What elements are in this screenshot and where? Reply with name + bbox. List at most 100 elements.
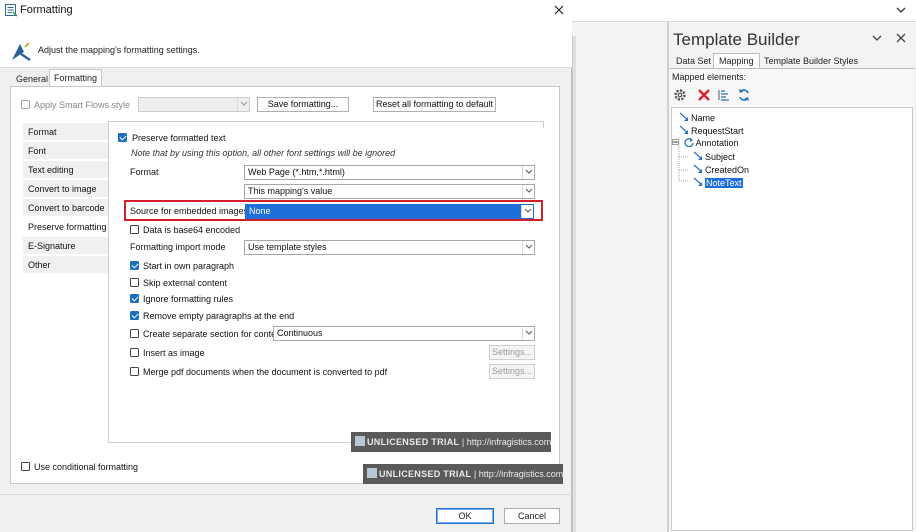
category-other[interactable]: Other: [23, 256, 109, 274]
preserve-note: Note that by using this option, all othe…: [131, 148, 396, 158]
tree-lines: [678, 141, 689, 182]
formatting-app-icon: [5, 4, 18, 17]
import-mode-label: Formatting import mode: [130, 242, 226, 252]
ignore-rules-label: Ignore formatting rules: [143, 294, 234, 304]
dropdown-arrow: [522, 327, 534, 340]
smart-flows-style-select[interactable]: [138, 97, 250, 112]
format-select[interactable]: Web Page (*.htm,*.html): [244, 165, 535, 180]
close-icon[interactable]: [893, 30, 909, 46]
format-label: Format: [130, 167, 159, 177]
close-icon[interactable]: [552, 3, 566, 17]
merge-pdf-checkbox[interactable]: [130, 367, 139, 376]
dropdown-arrow: [237, 98, 249, 111]
tree-node-notetext[interactable]: NoteText: [692, 177, 743, 189]
delete-icon[interactable]: [696, 87, 712, 103]
preserve-formatted-text-checkbox[interactable]: [118, 133, 127, 142]
merge-pdf-settings-button[interactable]: Settings...: [489, 364, 535, 379]
insert-image-settings-button[interactable]: Settings...: [489, 345, 535, 360]
base64-checkbox[interactable]: [130, 225, 139, 234]
list-icon[interactable]: [716, 87, 732, 103]
document-edge: [572, 36, 576, 532]
template-builder-title: Template Builder: [673, 30, 800, 49]
category-text-editing[interactable]: Text editing: [23, 161, 109, 179]
tab-template-builder-styles[interactable]: Template Builder Styles: [759, 54, 863, 68]
insert-image-checkbox[interactable]: [130, 348, 139, 357]
base64-label: Data is base64 encoded: [143, 225, 241, 235]
mapped-field-icon: [679, 112, 689, 121]
chevron-down-icon: [525, 169, 533, 174]
template-builder-tabs: Data Set Mapping Template Builder Styles: [669, 53, 916, 69]
tab-mapping[interactable]: Mapping: [713, 53, 760, 69]
import-mode-select[interactable]: Use template styles: [244, 240, 535, 255]
separate-section-checkbox[interactable]: [130, 329, 139, 338]
infragistics-logo-icon: [367, 468, 377, 478]
template-builder-pane: Template Builder Data Set Mapping Templa…: [668, 22, 916, 532]
preserve-formatted-text-label: Preserve formatted text: [132, 133, 226, 143]
format-value: Web Page (*.htm,*.html): [248, 167, 345, 177]
cancel-button[interactable]: Cancel: [504, 508, 560, 524]
category-convert-to-barcode[interactable]: Convert to barcode: [23, 199, 109, 217]
highlight-box: [124, 200, 543, 221]
header-description: Adjust the mapping's formatting settings…: [38, 45, 200, 55]
apply-smart-flows-checkbox[interactable]: [21, 100, 30, 109]
remove-empty-label: Remove empty paragraphs at the end: [143, 311, 295, 321]
gear-icon[interactable]: [672, 87, 688, 103]
mapped-field-icon: [679, 125, 689, 134]
refresh-icon[interactable]: [736, 87, 752, 103]
conditional-formatting-label: Use conditional formatting: [34, 462, 139, 472]
skip-external-checkbox[interactable]: [130, 278, 139, 287]
chevron-down-icon: [525, 244, 533, 249]
ok-button[interactable]: OK: [436, 508, 494, 524]
chevron-down-icon[interactable]: [869, 30, 885, 46]
remove-empty-checkbox[interactable]: [130, 311, 139, 320]
save-formatting-button[interactable]: Save formatting...: [257, 97, 349, 112]
chevron-down-icon[interactable]: [894, 3, 908, 17]
reset-formatting-button[interactable]: Reset all formatting to default: [373, 97, 496, 112]
formatting-wizard-icon: [12, 42, 31, 61]
start-paragraph-label: Start in own paragraph: [143, 261, 235, 271]
mapping-tree: Name RequestStart Annotation Subject Cre…: [671, 107, 913, 531]
category-e-signature[interactable]: E-Signature: [23, 237, 109, 255]
dropdown-arrow: [522, 166, 534, 179]
tab-formatting[interactable]: Formatting: [49, 69, 103, 86]
tab-general[interactable]: General: [13, 72, 51, 86]
tree-node-subject[interactable]: Subject: [692, 151, 735, 163]
start-paragraph-checkbox[interactable]: [130, 261, 139, 270]
dialog-tabs: General Formatting: [0, 68, 572, 86]
merge-pdf-label: Merge pdf documents when the document is…: [143, 367, 388, 377]
separate-section-label: Create separate section for content: [143, 329, 284, 339]
category-format[interactable]: Format: [23, 123, 109, 141]
ignore-rules-checkbox[interactable]: [130, 294, 139, 303]
tab-data-set[interactable]: Data Set: [671, 54, 716, 68]
dialog-title-bar: Formatting: [0, 0, 572, 22]
dialog-header: Adjust the mapping's formatting settings…: [0, 22, 572, 68]
dialog-title: Formatting: [20, 4, 73, 16]
format-value-source-select[interactable]: This mapping's value: [244, 184, 535, 199]
mapping-panel: Mapped elements: Name RequestStart Annot…: [669, 68, 915, 532]
category-font[interactable]: Font: [23, 142, 109, 160]
document-area: [572, 22, 668, 532]
formatting-dialog: Formatting Adjust the mapping's formatti…: [0, 0, 572, 532]
conditional-formatting-checkbox[interactable]: [21, 462, 30, 471]
category-convert-to-image[interactable]: Convert to image: [23, 180, 109, 198]
insert-image-label: Insert as image: [143, 348, 205, 358]
apply-smart-flows-label: Apply Smart Flows style: [34, 100, 131, 110]
background-toolbar: [572, 0, 916, 22]
chevron-down-icon: [525, 330, 533, 335]
tree-node-createdon[interactable]: CreatedOn: [692, 164, 749, 176]
section-type-select[interactable]: Continuous: [273, 326, 535, 341]
tree-node-name[interactable]: Name: [678, 112, 715, 124]
mapped-elements-label: Mapped elements:: [672, 72, 747, 82]
format-sub-value: This mapping's value: [248, 186, 333, 196]
category-preserve-formatting[interactable]: Preserve formatting: [23, 218, 109, 236]
trial-watermark: UNLICENSED TRIAL | http://infragistics.c…: [363, 464, 563, 484]
trial-watermark: UNLICENSED TRIAL | http://infragistics.c…: [351, 432, 551, 452]
section-type-value: Continuous: [277, 328, 323, 338]
tree-node-requeststart[interactable]: RequestStart: [678, 125, 744, 137]
chevron-down-icon: [240, 101, 248, 106]
chevron-down-icon: [525, 188, 533, 193]
import-mode-value: Use template styles: [248, 242, 327, 252]
formatting-categories: Format Font Text editing Convert to imag…: [23, 123, 109, 275]
dropdown-arrow: [522, 185, 534, 198]
footer-divider: [0, 494, 572, 495]
